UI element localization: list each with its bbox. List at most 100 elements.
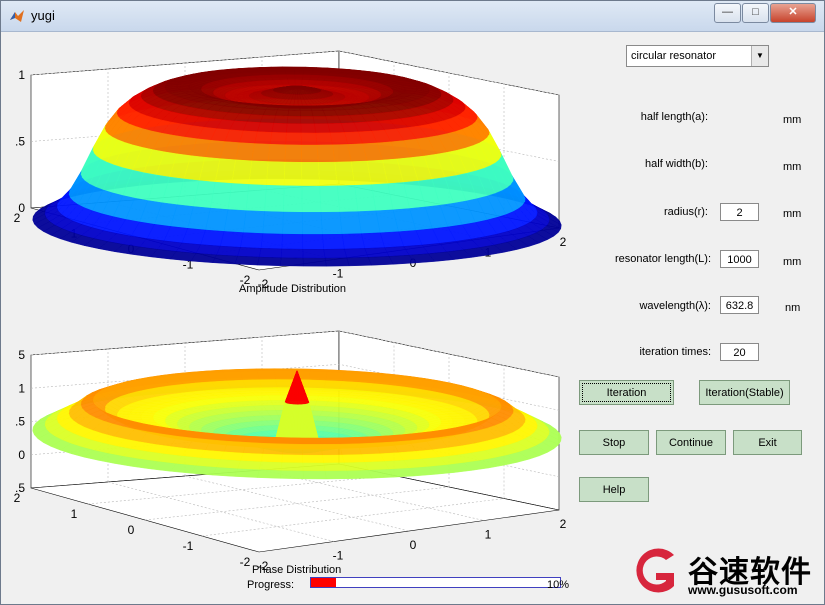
phase-surface-patch <box>323 380 343 390</box>
progress-percent: 10% <box>547 579 570 591</box>
phase-surface-patch <box>320 443 343 456</box>
continue-button[interactable]: Continue <box>656 430 726 455</box>
phase-surface-patch <box>302 462 326 472</box>
phase-surface-patch <box>219 451 244 462</box>
exit-button[interactable]: Exit <box>733 430 802 455</box>
amplitude-surface-patch <box>346 257 372 267</box>
iteration-button[interactable]: Iteration <box>579 380 674 405</box>
matlab-logo-icon <box>10 10 24 22</box>
amplitude-surface-patch <box>314 123 331 134</box>
phase-surface-patch <box>337 437 359 445</box>
amplitude-surface-patch <box>302 234 324 250</box>
iterations-input[interactable]: 20 <box>720 343 759 361</box>
amplitude-surface-patch <box>310 106 324 111</box>
phase-surface-patch <box>319 437 340 445</box>
resonator-length-input[interactable]: 1000 <box>720 250 759 268</box>
amplitude-surface-patch <box>257 256 282 267</box>
phase-surface-patch <box>265 392 282 396</box>
watermark-url: www.gususoft.com <box>688 583 798 597</box>
amplitude-surface-patch <box>245 184 267 212</box>
amplitude-surface-patch <box>341 233 366 250</box>
amplitude-surface-patch <box>273 115 289 124</box>
resonator-length-label: resonator length(L): <box>615 253 711 265</box>
half-width-unit: mm <box>783 161 802 173</box>
amplitude-surface-patch <box>300 123 316 134</box>
amplitude-surface-patch <box>364 247 390 258</box>
amplitude-surface-patch <box>344 248 369 259</box>
amplitude-surface-patch <box>311 110 326 117</box>
minimize-button[interactable]: — <box>714 3 741 23</box>
amplitude-surface-patch <box>284 69 295 75</box>
phase-surface-patch <box>256 368 276 380</box>
phase-z-tick-label: .5 <box>15 415 25 429</box>
phase-surface-patch <box>282 443 303 456</box>
phase-x-tick-label: -2 <box>240 555 251 569</box>
iterations-label: iteration times: <box>639 346 711 358</box>
phase-surface-patch <box>240 452 264 463</box>
amplitude-surface-patch <box>301 162 320 187</box>
gususoft-logo-icon <box>636 548 674 593</box>
amplitude-surface-patch <box>286 123 302 134</box>
phase-surface-patch <box>308 379 327 389</box>
wavelength-input[interactable]: 632.8 <box>720 296 759 314</box>
amplitude-surface-patch <box>322 233 345 250</box>
amplitude-surface-patch <box>284 144 302 163</box>
amplitude-surface-patch <box>312 115 329 125</box>
amplitude-surface-patch <box>367 256 394 266</box>
amplitude-z-tick-label: 1 <box>18 68 25 82</box>
resonator-length-unit: mm <box>783 256 802 268</box>
amplitude-surface-patch <box>285 132 302 146</box>
title-bar[interactable]: yugi — □ ✕ <box>1 1 824 32</box>
phase-surface-patch <box>301 437 322 445</box>
iteration-stable-button[interactable]: Iteration(Stable) <box>699 380 790 405</box>
amplitude-surface-patch <box>220 231 244 248</box>
amplitude-surface-patch <box>320 211 343 235</box>
close-button[interactable]: ✕ <box>770 3 816 23</box>
amplitude-surface-patch <box>223 209 247 233</box>
amplitude-surface-patch <box>323 248 348 259</box>
phase-surface-patch <box>257 469 282 479</box>
wavelength-unit: nm <box>785 302 801 314</box>
progress-label: Progress: <box>247 579 295 591</box>
amplitude-y-tick-label: 2 <box>560 235 567 249</box>
amplitude-surface-patch <box>260 233 283 250</box>
amplitude-surface-patch <box>257 122 274 133</box>
stop-button[interactable]: Stop <box>579 430 649 455</box>
amplitude-surface-patch <box>280 257 304 267</box>
amplitude-surface-patch <box>324 257 350 267</box>
phase-x-tick-label: -1 <box>183 539 194 553</box>
phase-surface-patch <box>234 468 260 478</box>
amplitude-surface-patch <box>276 106 290 111</box>
radius-input[interactable]: 2 <box>720 203 759 221</box>
amplitude-surface-patch <box>334 161 355 187</box>
amplitude-surface-patch <box>234 255 260 266</box>
amplitude-surface-patch <box>300 116 315 125</box>
phase-surface-patch <box>439 423 454 426</box>
phase-z-tick-label: 1 <box>18 381 25 395</box>
phase-surface-patch <box>264 436 285 445</box>
amplitude-surface-patch <box>240 232 264 249</box>
chevron-down-icon[interactable]: ▼ <box>751 46 768 66</box>
phase-caption: Phase Distribution <box>252 564 342 576</box>
amplitude-surface-patch <box>332 144 352 163</box>
wavelength-label: wavelength(λ): <box>639 300 711 312</box>
half-width-label: half width(b): <box>645 158 708 170</box>
resonator-type-select[interactable]: circular resonator ▼ <box>626 45 769 67</box>
half-length-label: half length(a): <box>640 111 708 123</box>
progress-fill <box>311 578 336 587</box>
phase-surface-patch <box>190 465 217 476</box>
phase-surface-patch <box>237 460 262 471</box>
amplitude-surface-patch <box>337 185 359 213</box>
app-window: yugi — □ ✕ 1.50210-1-2-2-101251.50.5210-… <box>0 0 825 605</box>
amplitude-surface-patch <box>299 110 314 117</box>
amplitude-surface-patch <box>216 245 241 257</box>
phase-surface-patch <box>344 462 369 472</box>
phase-surface-patch <box>323 462 348 472</box>
phase-surface-patch <box>325 369 346 382</box>
amplitude-surface-patch <box>300 132 318 146</box>
phase-surface-patch <box>324 470 350 480</box>
phase-surface-patch <box>281 454 304 464</box>
help-button[interactable]: Help <box>579 477 649 502</box>
maximize-button[interactable]: □ <box>742 3 769 23</box>
half-length-unit: mm <box>783 114 802 126</box>
